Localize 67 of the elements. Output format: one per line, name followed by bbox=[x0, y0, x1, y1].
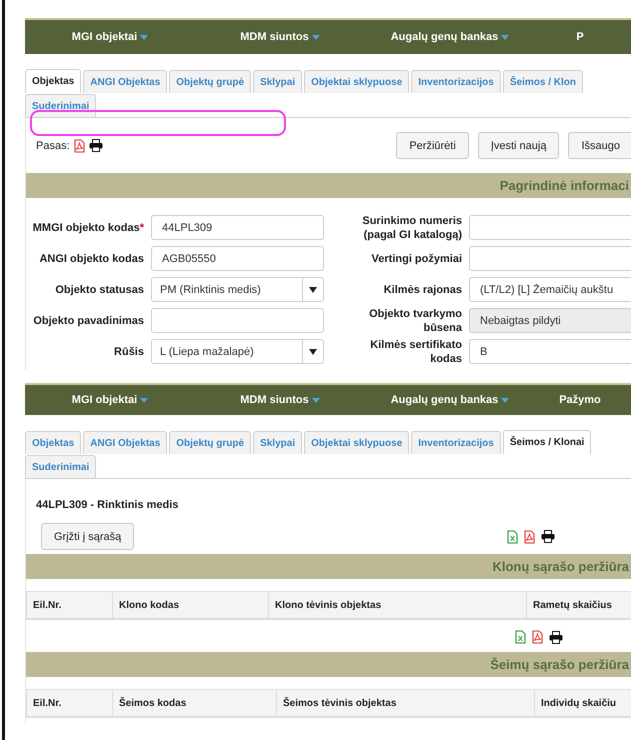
tab[interactable]: Sklypai bbox=[253, 70, 302, 93]
text-input[interactable] bbox=[151, 308, 324, 333]
tab[interactable]: Suderinimai bbox=[25, 94, 96, 117]
object-title: 44LPL309 - Rinktinis medis bbox=[35, 498, 180, 511]
tab[interactable]: Objektų grupė bbox=[169, 70, 252, 93]
text-input[interactable] bbox=[469, 215, 631, 240]
tab[interactable]: Objektų grupė bbox=[169, 431, 252, 454]
nav-menu-item[interactable]: MGI objektai bbox=[25, 394, 195, 406]
column-header: Rametų skaičius bbox=[527, 592, 631, 618]
column-header: Klono kodas bbox=[113, 592, 269, 618]
tab[interactable]: Suderinimai bbox=[25, 455, 96, 478]
tab[interactable]: ANGI Objektas bbox=[83, 70, 168, 93]
text-input[interactable] bbox=[469, 246, 631, 271]
section-header: Pagrindinė informaci bbox=[26, 173, 631, 198]
select-field[interactable]: PM (Rinktinis medis) bbox=[151, 277, 324, 302]
select-field[interactable]: L (Liepa mažalapė) bbox=[151, 339, 324, 364]
tab[interactable]: Objektai sklypuose bbox=[304, 431, 410, 454]
spreadsheet-file-icon[interactable] bbox=[515, 630, 526, 644]
column-header: Šeimos tėvinis objektas bbox=[277, 690, 535, 716]
pdf-file-icon[interactable] bbox=[524, 530, 536, 544]
pdf-file-icon[interactable] bbox=[74, 138, 85, 152]
printer-icon[interactable] bbox=[88, 139, 103, 152]
nav-menu-item[interactable]: MGI objektai bbox=[25, 31, 195, 43]
nav-menu-item[interactable]: Augalų genų bankas bbox=[365, 394, 535, 406]
column-header: Klono tėvinis objektas bbox=[269, 592, 527, 618]
field-label: ANGI objekto kodas bbox=[38, 252, 144, 266]
action-button[interactable]: Išsaugo bbox=[568, 132, 631, 159]
column-header: Individų skaičiu bbox=[535, 690, 631, 716]
tab[interactable]: Inventorizacijos bbox=[411, 431, 501, 454]
field-label: Kilmės rajonas bbox=[382, 282, 462, 296]
text-input[interactable]: B bbox=[469, 339, 631, 364]
tab[interactable]: Šeimos / Klonai bbox=[502, 430, 592, 454]
nav-menu-item[interactable]: MDM siuntos bbox=[195, 394, 365, 406]
section-header: Šeimų sąrašo peržiūra bbox=[26, 652, 631, 677]
field-label: Objekto statusas bbox=[54, 282, 144, 296]
section-header: Klonų sąrašo peržiūra bbox=[26, 554, 631, 579]
tab[interactable]: Inventorizacijos bbox=[411, 70, 501, 93]
tab[interactable]: Objektai sklypuose bbox=[304, 70, 410, 93]
nav-menu-item[interactable]: P bbox=[535, 31, 625, 43]
field-label: Surinkimo numeris (pagal GI katalogą) bbox=[361, 214, 462, 242]
pdf-file-icon[interactable] bbox=[532, 630, 543, 644]
field-label: MMGI objekto kodas* bbox=[32, 220, 144, 234]
nav-menu-item[interactable]: Pažymo bbox=[535, 394, 625, 406]
column-header: Šeimos kodas bbox=[113, 690, 277, 716]
text-input[interactable]: 44LPL309 bbox=[151, 215, 324, 240]
field-label: Objekto pavadinimas bbox=[32, 314, 144, 328]
field-label: Kilmės sertifikato kodas bbox=[369, 338, 462, 366]
field-label: Vertingi požymiai bbox=[370, 252, 462, 266]
passport-label: Pasas: bbox=[36, 140, 70, 152]
column-header: Eil.Nr. bbox=[27, 592, 113, 618]
action-button[interactable]: Įvesti naują bbox=[478, 132, 560, 159]
tab[interactable]: Šeimos / Klon bbox=[502, 70, 583, 93]
field-label: Objekto tvarkymo būsena bbox=[368, 306, 462, 334]
field-label: Rūšis bbox=[113, 344, 144, 358]
text-input[interactable]: AGB05550 bbox=[151, 246, 324, 271]
tab[interactable]: ANGI Objektas bbox=[83, 431, 168, 454]
tab[interactable]: Sklypai bbox=[253, 431, 302, 454]
nav-menu-item[interactable]: MDM siuntos bbox=[195, 31, 365, 43]
action-button[interactable]: Peržiūrėti bbox=[396, 132, 469, 159]
spreadsheet-file-icon[interactable] bbox=[507, 530, 518, 544]
printer-icon[interactable] bbox=[541, 530, 556, 543]
tab[interactable]: Objektas bbox=[25, 69, 82, 93]
printer-icon[interactable] bbox=[549, 630, 563, 644]
back-button[interactable]: Grįžti į sąrašą bbox=[41, 523, 134, 550]
column-header: Eil.Nr. bbox=[27, 690, 113, 716]
tab[interactable]: Objektas bbox=[25, 431, 82, 454]
nav-menu-item[interactable]: Augalų genų bankas bbox=[365, 31, 535, 43]
